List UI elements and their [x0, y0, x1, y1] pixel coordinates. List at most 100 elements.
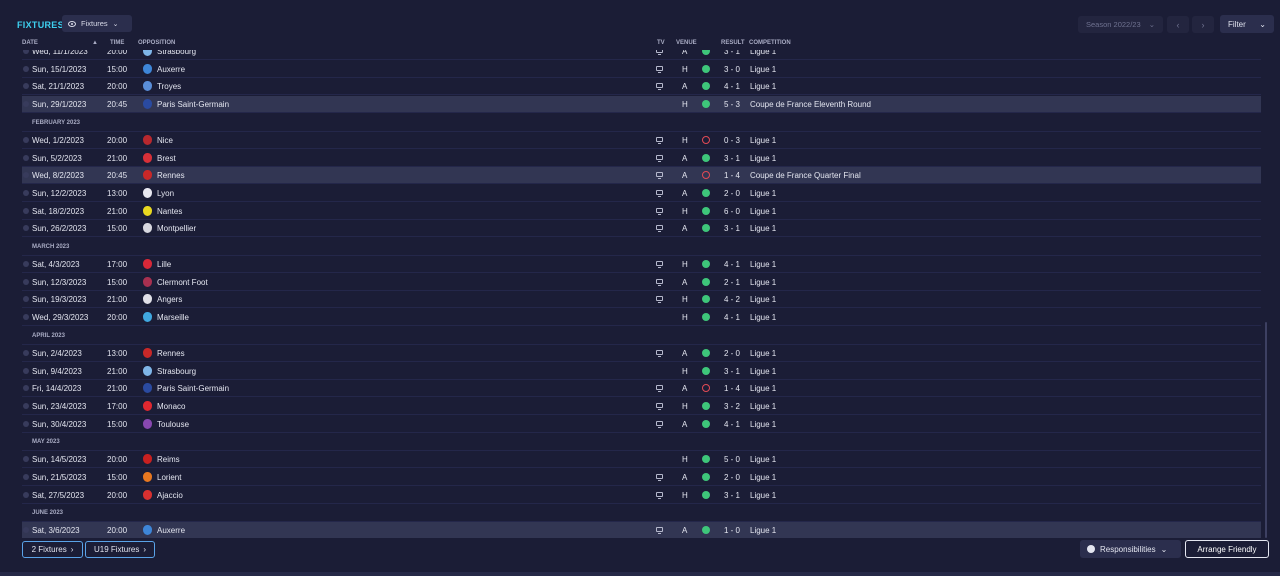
fixture-row[interactable]: Wed, 29/3/2023 20:00 Marseille H 4 - 1 Ligue … — [22, 309, 1261, 327]
fixture-competition[interactable]: Ligue 1 — [750, 154, 776, 163]
fixture-row[interactable]: Sun, 12/3/2023 15:00 Clermont Foot A 2 - 1 Li… — [22, 274, 1261, 291]
fixture-result[interactable]: 5 - 0 — [724, 455, 740, 464]
fixture-row[interactable]: Sun, 2/4/2023 13:00 Rennes A 2 - 0 Ligue 1 — [22, 345, 1261, 362]
fixture-row[interactable]: Sat, 3/6/2023 20:00 Auxerre A 1 - 0 Ligue 1 — [22, 522, 1261, 538]
opposition-link[interactable]: Auxerre — [157, 526, 185, 535]
opposition-link[interactable]: Strasbourg — [157, 50, 196, 56]
fixture-competition[interactable]: Ligue 1 — [750, 420, 776, 429]
opposition-link[interactable]: Nantes — [157, 207, 182, 216]
column-header-competition[interactable]: COMPETITION — [749, 40, 791, 46]
fixture-result[interactable]: 3 - 0 — [724, 65, 740, 74]
opposition-link[interactable]: Lille — [157, 260, 171, 269]
arrange-friendly-button[interactable]: Arrange Friendly — [1185, 540, 1269, 558]
sort-ascending-icon[interactable]: ▲ — [92, 40, 98, 46]
fixture-result[interactable]: 5 - 3 — [724, 100, 740, 109]
fixture-competition[interactable]: Ligue 1 — [750, 455, 776, 464]
column-header-tv[interactable]: TV — [657, 40, 665, 46]
fixtures-count-button[interactable]: 2 Fixtures › — [22, 541, 83, 558]
fixture-row[interactable]: Sun, 15/1/2023 15:00 Auxerre H 3 - 0 Ligue 1 — [22, 61, 1261, 78]
fixture-result[interactable]: 1 - 0 — [724, 526, 740, 535]
view-selector-button[interactable]: Fixtures ⌄ — [62, 15, 132, 32]
fixture-competition[interactable]: Ligue 1 — [750, 491, 776, 500]
fixture-result[interactable]: 1 - 4 — [724, 171, 740, 180]
fixture-result[interactable]: 2 - 0 — [724, 189, 740, 198]
fixture-result[interactable]: 4 - 1 — [724, 313, 740, 322]
fixture-competition[interactable]: Ligue 1 — [750, 136, 776, 145]
column-header-venue[interactable]: VENUE — [676, 40, 697, 46]
fixture-row[interactable]: Wed, 8/2/2023 20:45 Rennes A 1 - 4 Coupe de F… — [22, 167, 1261, 185]
opposition-link[interactable]: Nice — [157, 136, 173, 145]
opposition-link[interactable]: Marseille — [157, 313, 189, 322]
fixture-row[interactable]: Sun, 9/4/2023 21:00 Strasbourg H 3 - 1 Ligue … — [22, 363, 1261, 380]
fixture-competition[interactable]: Coupe de France Quarter Final — [750, 171, 861, 180]
fixture-competition[interactable]: Ligue 1 — [750, 473, 776, 482]
fixture-row[interactable]: Sat, 27/5/2023 20:00 Ajaccio H 3 - 1 Ligue 1 — [22, 487, 1261, 504]
fixture-row[interactable]: Sun, 5/2/2023 21:00 Brest A 3 - 1 Ligue 1 — [22, 150, 1261, 167]
fixture-competition[interactable]: Ligue 1 — [750, 65, 776, 74]
fixture-result[interactable]: 3 - 1 — [724, 224, 740, 233]
fixture-row[interactable]: Wed, 1/2/2023 20:00 Nice H 0 - 3 Ligue 1 — [22, 132, 1261, 149]
opposition-link[interactable]: Ajaccio — [157, 491, 183, 500]
fixture-row[interactable]: Sun, 14/5/2023 20:00 Reims H 5 - 0 Ligue 1 — [22, 451, 1261, 469]
fixture-row[interactable]: Sat, 4/3/2023 17:00 Lille H 4 - 1 Ligue 1 — [22, 256, 1261, 273]
fixture-result[interactable]: 4 - 1 — [724, 260, 740, 269]
column-header-opposition[interactable]: OPPOSITION — [138, 40, 175, 46]
fixture-competition[interactable]: Ligue 1 — [750, 526, 776, 535]
fixture-competition[interactable]: Ligue 1 — [750, 313, 776, 322]
season-selector[interactable]: Season 2022/23 ⌄ — [1078, 16, 1163, 33]
fixture-row[interactable]: Sat, 21/1/2023 20:00 Troyes A 4 - 1 Ligue 1 — [22, 78, 1261, 96]
fixture-result[interactable]: 2 - 0 — [724, 349, 740, 358]
opposition-link[interactable]: Montpellier — [157, 224, 196, 233]
opposition-link[interactable]: Lorient — [157, 473, 181, 482]
fixture-row[interactable]: Sat, 18/2/2023 21:00 Nantes H 6 - 0 Ligue 1 — [22, 203, 1261, 220]
responsibilities-button[interactable]: Responsibilities ⌄ — [1080, 540, 1181, 558]
fixture-result[interactable]: 3 - 1 — [724, 367, 740, 376]
opposition-link[interactable]: Reims — [157, 455, 180, 464]
fixture-row[interactable]: Sun, 12/2/2023 13:00 Lyon A 2 - 0 Ligue 1 — [22, 185, 1261, 202]
opposition-link[interactable]: Angers — [157, 295, 182, 304]
opposition-link[interactable]: Monaco — [157, 402, 185, 411]
opposition-link[interactable]: Rennes — [157, 349, 185, 358]
opposition-link[interactable]: Rennes — [157, 171, 185, 180]
scrollbar[interactable] — [1265, 322, 1267, 538]
column-header-time[interactable]: TIME — [110, 40, 124, 46]
fixture-result[interactable]: 0 - 3 — [724, 136, 740, 145]
opposition-link[interactable]: Brest — [157, 154, 176, 163]
opposition-link[interactable]: Toulouse — [157, 420, 189, 429]
fixture-row[interactable]: Sun, 21/5/2023 15:00 Lorient A 2 - 0 Ligue 1 — [22, 469, 1261, 486]
fixture-result[interactable]: 1 - 4 — [724, 384, 740, 393]
fixture-row[interactable]: Sun, 19/3/2023 21:00 Angers H 4 - 2 Ligue 1 — [22, 291, 1261, 309]
fixture-result[interactable]: 2 - 1 — [724, 278, 740, 287]
fixture-row[interactable]: Sun, 29/1/2023 20:45 Paris Saint-Germain H 5… — [22, 96, 1261, 114]
u19-fixtures-button[interactable]: U19 Fixtures › — [85, 541, 155, 558]
fixture-competition[interactable]: Ligue 1 — [750, 189, 776, 198]
opposition-link[interactable]: Clermont Foot — [157, 278, 208, 287]
fixture-row[interactable]: Sun, 30/4/2023 15:00 Toulouse A 4 - 1 Ligue 1 — [22, 416, 1261, 433]
next-season-button[interactable]: › — [1192, 16, 1214, 33]
fixture-row[interactable]: Sun, 23/4/2023 17:00 Monaco H 3 - 2 Ligue 1 — [22, 398, 1261, 415]
fixture-competition[interactable]: Ligue 1 — [750, 224, 776, 233]
fixture-result[interactable]: 3 - 1 — [724, 50, 740, 56]
fixture-result[interactable]: 4 - 2 — [724, 295, 740, 304]
fixture-competition[interactable]: Ligue 1 — [750, 402, 776, 411]
fixture-row[interactable]: Sun, 26/2/2023 15:00 Montpellier A 3 - 1 Ligu… — [22, 220, 1261, 238]
fixture-competition[interactable]: Ligue 1 — [750, 82, 776, 91]
fixture-competition[interactable]: Ligue 1 — [750, 278, 776, 287]
fixture-result[interactable]: 3 - 1 — [724, 491, 740, 500]
fixture-result[interactable]: 6 - 0 — [724, 207, 740, 216]
filter-button[interactable]: Filter ⌄ — [1220, 15, 1274, 33]
fixture-row[interactable]: Wed, 11/1/2023 20:00 Strasbourg A 3 - 1 Ligue… — [22, 50, 1261, 60]
fixture-result[interactable]: 3 - 1 — [724, 154, 740, 163]
previous-season-button[interactable]: ‹ — [1167, 16, 1189, 33]
fixture-result[interactable]: 4 - 1 — [724, 420, 740, 429]
fixture-competition[interactable]: Ligue 1 — [750, 260, 776, 269]
column-header-date[interactable]: DATE — [22, 40, 38, 46]
column-header-result[interactable]: RESULT — [721, 40, 745, 46]
opposition-link[interactable]: Lyon — [157, 189, 174, 198]
fixture-competition[interactable]: Ligue 1 — [750, 50, 776, 56]
fixture-row[interactable]: Fri, 14/4/2023 21:00 Paris Saint-Germain A 1… — [22, 380, 1261, 398]
opposition-link[interactable]: Strasbourg — [157, 367, 196, 376]
opposition-link[interactable]: Paris Saint-Germain — [157, 100, 229, 109]
fixture-competition[interactable]: Ligue 1 — [750, 367, 776, 376]
fixture-result[interactable]: 2 - 0 — [724, 473, 740, 482]
